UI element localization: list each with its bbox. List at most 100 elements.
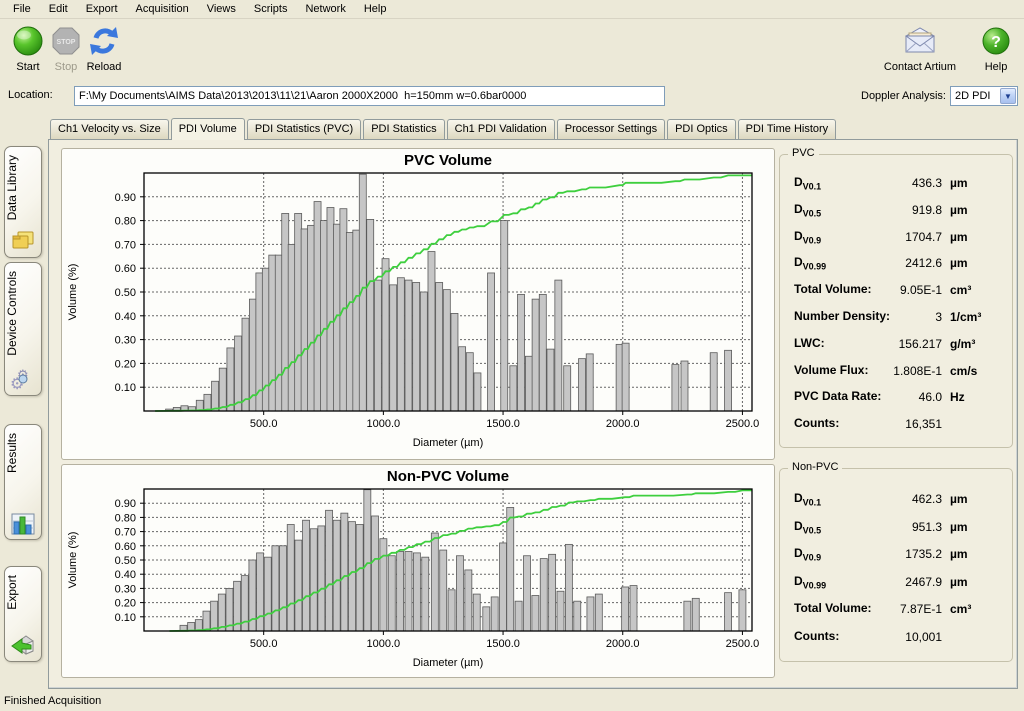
tab-ch1-velocity-vs-size[interactable]: Ch1 Velocity vs. Size: [50, 119, 169, 139]
stat-unit: µm: [950, 203, 968, 217]
svg-text:0.40: 0.40: [115, 311, 136, 323]
stat-unit: µm: [950, 575, 968, 589]
svg-text:Non-PVC Volume: Non-PVC Volume: [387, 468, 509, 485]
menu-item-network[interactable]: Network: [296, 1, 354, 17]
svg-text:PVC Volume: PVC Volume: [404, 152, 492, 169]
svg-text:0.40: 0.40: [115, 569, 136, 581]
tab-pdi-statistics[interactable]: PDI Statistics: [363, 119, 444, 139]
doppler-analysis-dropdown[interactable]: 2D PDI ▼: [950, 86, 1018, 106]
sidebar-item-export[interactable]: Export: [4, 566, 42, 662]
doppler-analysis-value: 2D PDI: [955, 90, 990, 102]
chart-icon: [5, 513, 41, 535]
stat-label: Total Volume:: [794, 282, 872, 296]
stat-label: DV0.1: [794, 175, 821, 191]
stat-value: 46.0: [868, 390, 942, 404]
svg-text:0.60: 0.60: [115, 263, 136, 275]
stat-row: DV0.91704.7µm: [780, 229, 1012, 251]
menu-item-acquisition[interactable]: Acquisition: [127, 1, 198, 17]
stat-unit: µm: [950, 492, 968, 506]
tab-pdi-optics[interactable]: PDI Optics: [667, 119, 736, 139]
export-icon: [5, 633, 41, 657]
stat-row: Counts:10,001: [780, 629, 1012, 651]
reload-label: Reload: [78, 61, 130, 73]
menu-item-views[interactable]: Views: [198, 1, 245, 17]
menu-item-edit[interactable]: Edit: [40, 1, 77, 17]
svg-text:0.30: 0.30: [115, 335, 136, 347]
stat-value: 16,351: [868, 417, 942, 431]
nonpvc-stats-group: Non-PVC DV0.1462.3µmDV0.5951.3µmDV0.9173…: [779, 468, 1013, 662]
stat-value: 436.3: [868, 176, 942, 190]
stat-value: 919.8: [868, 203, 942, 217]
svg-text:0.70: 0.70: [115, 239, 136, 251]
tab-pdi-statistics-pvc-[interactable]: PDI Statistics (PVC): [247, 119, 361, 139]
stat-value: 156.217: [868, 337, 942, 351]
svg-text:STOP: STOP: [57, 39, 76, 46]
stat-label: DV0.9: [794, 546, 821, 562]
stat-unit: cm³: [950, 602, 971, 616]
gears-icon: ⚙⚙: [5, 365, 41, 391]
content-panel: 0.100.200.300.400.500.600.700.800.90500.…: [48, 139, 1018, 689]
stat-row: PVC Data Rate:46.0Hz: [780, 389, 1012, 411]
reload-icon: [78, 23, 130, 59]
stat-row: Total Volume:9.05E-1cm³: [780, 282, 1012, 304]
svg-text:0.10: 0.10: [115, 612, 136, 624]
stat-value: 1704.7: [868, 230, 942, 244]
svg-text:Volume (%): Volume (%): [67, 532, 79, 589]
help-label: Help: [976, 61, 1016, 73]
svg-text:Diameter (µm): Diameter (µm): [413, 657, 484, 669]
sidebar-item-results[interactable]: Results: [4, 424, 42, 540]
stat-label: LWC:: [794, 336, 825, 350]
help-icon: ?: [976, 23, 1016, 59]
stat-unit: µm: [950, 547, 968, 561]
stat-label: DV0.1: [794, 491, 821, 507]
status-bar: Finished Acquisition: [0, 692, 1024, 711]
stat-row: DV0.5951.3µm: [780, 519, 1012, 541]
tab-processor-settings[interactable]: Processor Settings: [557, 119, 665, 139]
stat-row: Counts:16,351: [780, 416, 1012, 438]
svg-text:1500.0: 1500.0: [486, 418, 520, 430]
sidebar-item-device-controls[interactable]: Device Controls⚙⚙: [4, 262, 42, 396]
svg-text:0.20: 0.20: [115, 598, 136, 610]
stat-row: DV0.992467.9µm: [780, 574, 1012, 596]
stat-value: 462.3: [868, 492, 942, 506]
stat-unit: 1/cm³: [950, 310, 981, 324]
svg-text:1000.0: 1000.0: [367, 638, 401, 650]
menu-item-scripts[interactable]: Scripts: [245, 1, 297, 17]
toolbar: Start STOP Stop Reload: [0, 19, 1024, 83]
folders-icon: [5, 229, 41, 253]
pvc-volume-chart-panel: 0.100.200.300.400.500.600.700.800.90500.…: [61, 148, 775, 460]
svg-text:0.20: 0.20: [115, 358, 136, 370]
location-label: Location:: [8, 89, 53, 101]
stat-unit: g/m³: [950, 337, 975, 351]
contact-artium-label: Contact Artium: [878, 61, 962, 73]
tab-ch1-pdi-validation[interactable]: Ch1 PDI Validation: [447, 119, 555, 139]
tab-pdi-time-history[interactable]: PDI Time History: [738, 119, 837, 139]
sidebar-item-data-library[interactable]: Data Library: [4, 146, 42, 258]
stat-label: Volume Flux:: [794, 363, 868, 377]
stat-label: DV0.5: [794, 519, 821, 535]
help-button[interactable]: ? Help: [976, 23, 1016, 73]
menu-item-help[interactable]: Help: [355, 1, 396, 17]
stat-row: DV0.1 462.3 µm: [780, 491, 1012, 513]
stat-unit: cm³: [950, 283, 971, 297]
main-area: Ch1 Velocity vs. SizePDI VolumePDI Stati…: [0, 114, 1024, 692]
svg-text:2000.0: 2000.0: [606, 418, 640, 430]
nonpvc-volume-chart: 0.100.200.300.400.500.600.700.800.90500.…: [62, 465, 768, 673]
svg-text:0.90: 0.90: [115, 192, 136, 204]
sidebar-item-label: Export: [5, 575, 41, 610]
location-input[interactable]: [74, 86, 665, 106]
status-text: Finished Acquisition: [4, 695, 101, 707]
stat-label: DV0.9: [794, 229, 821, 245]
svg-text:?: ?: [991, 34, 1001, 51]
menu-item-file[interactable]: File: [4, 1, 40, 17]
stat-label: Total Volume:: [794, 601, 872, 615]
contact-artium-button[interactable]: Contact Artium: [878, 23, 962, 73]
svg-text:500.0: 500.0: [250, 418, 278, 430]
tab-pdi-volume[interactable]: PDI Volume: [171, 118, 245, 140]
stat-row: DV0.992412.6µm: [780, 255, 1012, 277]
reload-button[interactable]: Reload: [78, 23, 130, 73]
svg-text:0.30: 0.30: [115, 583, 136, 595]
menu-item-export[interactable]: Export: [77, 1, 127, 17]
chevron-down-icon[interactable]: ▼: [1000, 88, 1016, 104]
stat-value: 10,001: [868, 630, 942, 644]
